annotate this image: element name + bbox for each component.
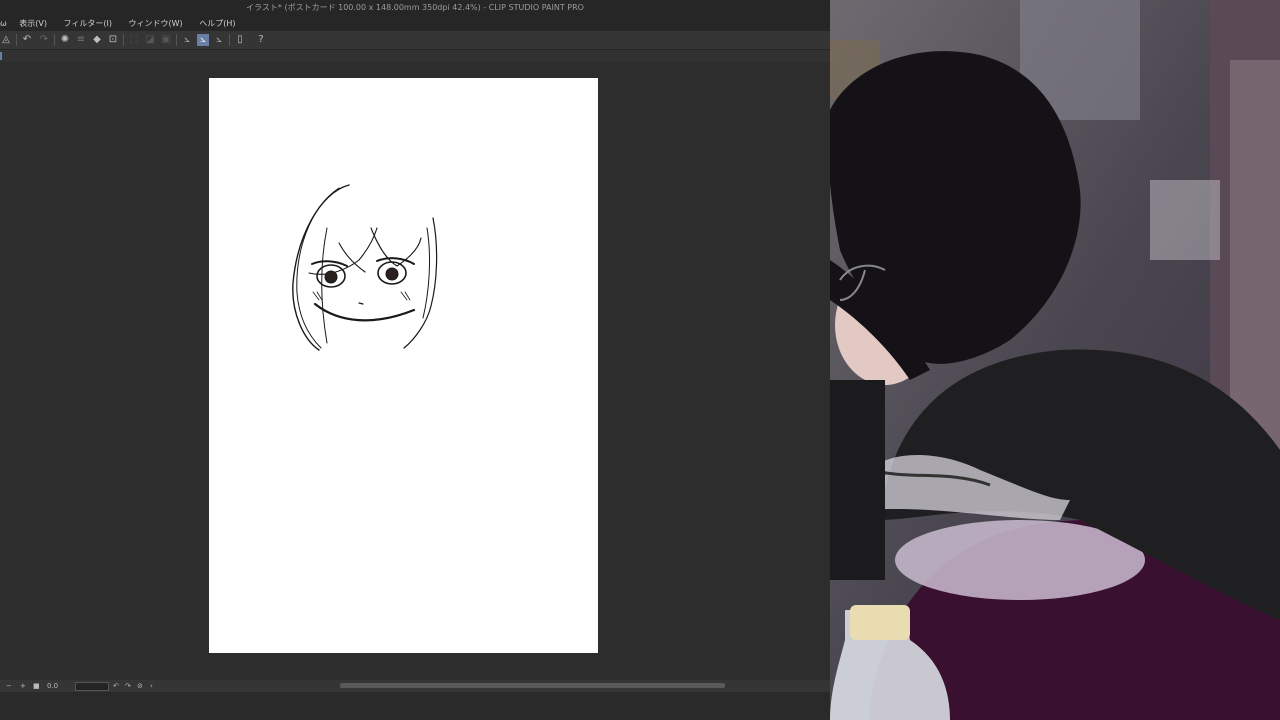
zoom-slider[interactable] xyxy=(75,682,109,691)
canvas-area[interactable] xyxy=(0,62,830,680)
help-icon[interactable]: ? xyxy=(255,34,267,46)
bottom-panel xyxy=(0,692,830,720)
zoom-in-button[interactable]: + xyxy=(20,680,26,692)
drawing-canvas[interactable] xyxy=(209,78,598,653)
property-marker xyxy=(0,52,2,60)
fill-icon[interactable]: ◆ xyxy=(91,34,103,46)
tool-dropdown-icon[interactable]: ◬ xyxy=(0,34,12,46)
fit-button[interactable]: ■ xyxy=(33,680,40,692)
clear-outside-icon[interactable]: ≡ xyxy=(75,34,87,46)
clear-icon[interactable]: ✺ xyxy=(59,34,71,46)
undo-icon[interactable]: ↶ xyxy=(21,34,33,46)
smartphone-icon[interactable]: ▯ xyxy=(234,34,246,46)
sketch-strokes xyxy=(292,184,438,351)
tool-property-bar xyxy=(0,50,830,62)
toolbar-separator xyxy=(54,34,55,46)
snap-ruler-icon[interactable]: ⦣ xyxy=(181,34,193,46)
zoom-out-button[interactable]: − xyxy=(6,680,12,692)
menu-item-view[interactable]: 表示(V) xyxy=(19,16,47,31)
transform-icon[interactable]: ⊡ xyxy=(107,34,119,46)
toolbar-separator xyxy=(123,34,124,46)
reset-rotation-button[interactable]: ⊘ xyxy=(137,680,143,692)
toolbar-separator xyxy=(16,34,17,46)
redo-icon[interactable]: ↷ xyxy=(38,34,50,46)
toolbar-separator xyxy=(229,34,230,46)
snap-grid-icon[interactable]: ⦣ xyxy=(213,34,225,46)
menu-bar: ω 表示(V) フィルター(I) ウィンドウ(W) ヘルプ(H) xyxy=(0,16,830,31)
snap-special-ruler-icon[interactable]: ⦣ xyxy=(197,34,209,46)
clip-studio-window: イラスト* (ポストカード 100.00 x 148.00mm 350dpi 4… xyxy=(0,0,830,720)
sketch-drawing xyxy=(292,184,438,351)
deselect-icon[interactable]: ⬚ xyxy=(128,34,140,46)
window-title: イラスト* (ポストカード 100.00 x 148.00mm 350dpi 4… xyxy=(0,0,830,16)
toolbar-separator xyxy=(176,34,177,46)
command-bar: ◬ ↶ ↷ ✺ ≡ ◆ ⊡ ⬚ ◪ ▣ ⦣ ⦣ ⦣ ▯ ? xyxy=(0,31,830,50)
status-bar: − + ■ 0.0 ↶ ↷ ⊘ ‹ xyxy=(0,680,830,692)
rotate-right-button[interactable]: ↷ xyxy=(125,680,131,692)
menu-item-help[interactable]: ヘルプ(H) xyxy=(199,16,235,31)
menu-item-filter[interactable]: フィルター(I) xyxy=(64,16,112,31)
horizontal-scrollbar[interactable] xyxy=(340,683,725,688)
menu-item-window[interactable]: ウィンドウ(W) xyxy=(129,16,183,31)
menu-partial-icon[interactable]: ω xyxy=(0,16,7,31)
show-selection-icon[interactable]: ▣ xyxy=(160,34,172,46)
zoom-value: 0.0 xyxy=(47,682,59,690)
webcam-image xyxy=(830,0,1280,720)
webcam-overlay xyxy=(830,0,1280,720)
flip-button[interactable]: ‹ xyxy=(150,680,153,692)
rotate-left-button[interactable]: ↶ xyxy=(113,680,119,692)
invert-selection-icon[interactable]: ◪ xyxy=(144,34,156,46)
